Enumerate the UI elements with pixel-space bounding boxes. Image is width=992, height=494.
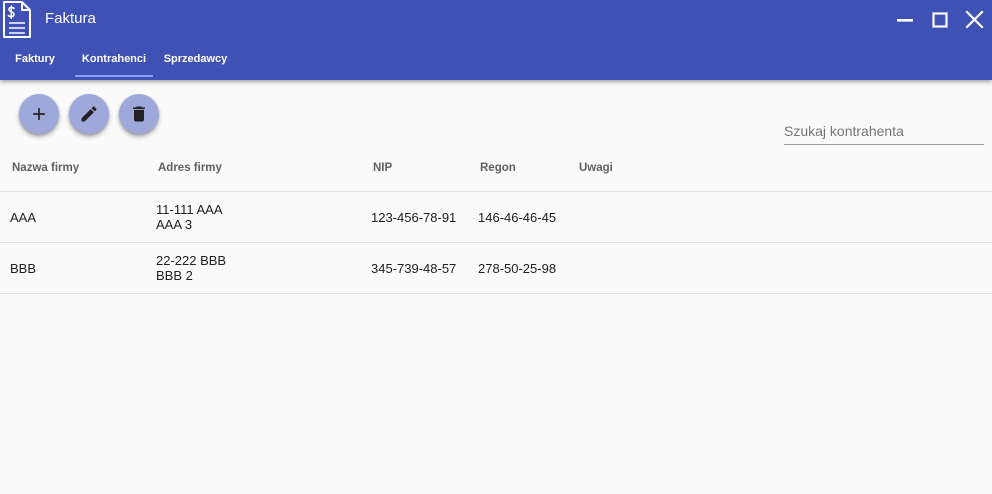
column-header-name: Nazwa firmy [12,162,80,174]
maximize-button[interactable] [925,5,955,35]
table-header: Nazwa firmy Adres firmy NIP Regon Uwagi [0,145,992,192]
tab-sprzedawcy[interactable]: Sprzedawcy [153,45,238,80]
delete-contractor-button[interactable] [119,94,159,134]
cell-nip: 345-739-48-57 [371,260,457,276]
add-contractor-button[interactable] [19,94,59,134]
address-line: 22-222 BBB [156,253,227,268]
address-line: BBB 2 [156,268,193,283]
minimize-button[interactable] [890,5,920,35]
tab-label: Faktury [15,53,55,65]
app-header: Faktura Faktury Kontrahenci Sprzedawcy [0,0,992,80]
column-header-notes: Uwagi [579,162,613,174]
cell-name: BBB [10,260,37,276]
table-row[interactable]: BBB 22-222 BBB BBB 2 345-739-48-57 278-5… [0,243,992,294]
tab-kontrahenci[interactable]: Kontrahenci [75,45,153,80]
tab-label: Kontrahenci [81,53,147,65]
cell-regon: 146-46-46-45 [478,209,557,225]
address-line: AAA 3 [156,217,193,232]
tab-faktury[interactable]: Faktury [0,45,70,80]
column-header-nip: NIP [373,162,393,174]
table-row[interactable]: AAA 11-111 AAA AAA 3 123-456-78-91 146-4… [0,192,992,243]
column-header-regon: Regon [480,162,516,174]
search-input[interactable] [784,119,984,143]
edit-contractor-button[interactable] [69,94,109,134]
cell-name: AAA [10,209,37,225]
search-field [784,119,984,145]
invoice-document-icon [1,0,33,40]
address-line: 11-111 AAA [156,202,223,217]
contractors-table: Nazwa firmy Adres firmy NIP Regon Uwagi … [0,145,992,294]
tab-label: Sprzedawcy [163,53,228,65]
app-window: Faktura Faktury Kontrahenci Sprzedawcy S… [0,0,992,494]
cell-address: 22-222 BBB BBB 2 [156,253,371,283]
app-title: Faktura [45,10,96,27]
cell-nip: 123-456-78-91 [371,209,457,225]
column-header-address: Adres firmy [158,162,222,174]
cell-address: 11-111 AAA AAA 3 [156,202,371,232]
close-button[interactable] [959,5,989,35]
cell-regon: 278-50-25-98 [478,260,557,276]
